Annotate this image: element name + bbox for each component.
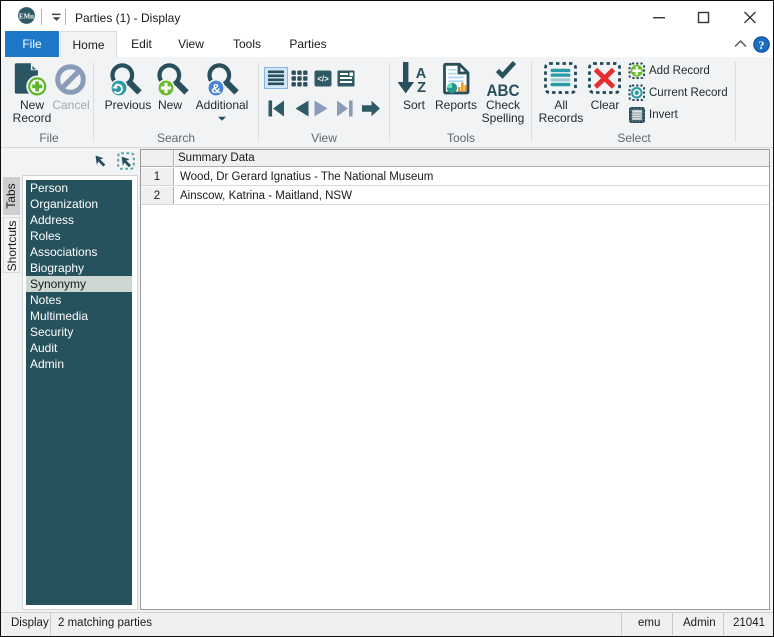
svg-text:ABC: ABC	[487, 81, 520, 96]
svg-text:?: ?	[759, 38, 765, 52]
svg-text:</>: </>	[317, 75, 329, 84]
svg-text:EMu: EMu	[19, 13, 34, 21]
svg-text:&: &	[211, 81, 220, 96]
svg-text:Z: Z	[417, 80, 426, 96]
